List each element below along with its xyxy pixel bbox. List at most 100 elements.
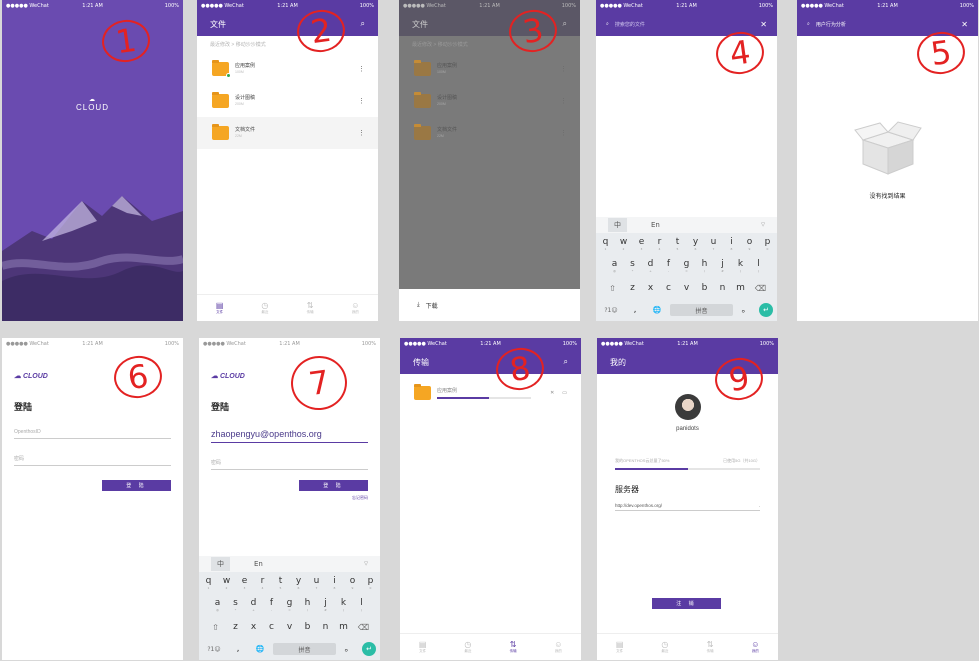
key[interactable]: u7	[308, 576, 326, 590]
backspace-key-icon[interactable]: ⌫	[353, 623, 375, 632]
tab-files[interactable]: ▤ 文件	[597, 634, 642, 660]
key[interactable]: v	[678, 283, 696, 293]
key[interactable]: t5	[272, 576, 290, 590]
dropdown-icon[interactable]: .	[759, 503, 760, 508]
more-vert-icon[interactable]: ⋮	[358, 65, 365, 73]
key[interactable]: g =	[678, 259, 696, 273]
key[interactable]: h /	[696, 259, 714, 273]
forgot-password-link[interactable]: 忘记密码	[211, 495, 368, 501]
list-item[interactable]: 文档文件 22M ⋮	[197, 117, 378, 149]
key[interactable]: w2	[218, 576, 236, 590]
key[interactable]: m	[335, 622, 353, 632]
backspace-key-icon[interactable]: ⌫	[750, 284, 772, 293]
key[interactable]: z	[624, 283, 642, 293]
key[interactable]: v	[281, 622, 299, 632]
key[interactable]: l)	[750, 259, 768, 273]
globe-key-icon[interactable]: 🌐	[251, 645, 269, 654]
search-input[interactable]: 搜索您的文件	[615, 21, 754, 28]
symbols-key[interactable]: ?1☺	[600, 306, 622, 315]
close-icon[interactable]: ✕	[961, 20, 968, 29]
list-item[interactable]: 设计图稿 200M ⋮	[197, 85, 378, 117]
enter-key-icon[interactable]: ↵	[362, 642, 376, 656]
key[interactable]: j #	[714, 259, 732, 273]
logout-button[interactable]: 注 销	[652, 598, 721, 609]
lang-cn-key[interactable]: 中	[211, 557, 230, 571]
key[interactable]: f-	[263, 598, 281, 612]
key[interactable]: e3	[236, 576, 254, 590]
key[interactable]: q1	[597, 237, 615, 251]
key[interactable]: f-	[660, 259, 678, 273]
more-vert-icon[interactable]: ⋮	[358, 97, 365, 105]
space-key[interactable]: 拼音	[273, 643, 336, 655]
key[interactable]: j #	[317, 598, 335, 612]
key[interactable]: e3	[633, 237, 651, 251]
enter-key-icon[interactable]: ↵	[759, 303, 773, 317]
tab-transfer[interactable]: ⇅ 传输	[491, 634, 536, 660]
period-key[interactable]: 。	[340, 644, 358, 654]
tab-recent[interactable]: ◷ 最近	[445, 634, 490, 660]
download-action-sheet[interactable]: ⤓ 下载	[399, 289, 580, 321]
tab-me[interactable]: ☺ 我的	[333, 295, 378, 321]
key[interactable]: y6	[290, 576, 308, 590]
lang-en-key[interactable]: En	[254, 560, 263, 568]
search-input[interactable]: 用户行为分析	[816, 21, 955, 28]
openthos-id-field[interactable]: zhaopengyu@openthos.org	[211, 425, 368, 443]
key[interactable]: c	[660, 283, 678, 293]
key[interactable]: r4	[254, 576, 272, 590]
key[interactable]: w2	[615, 237, 633, 251]
key[interactable]: u7	[705, 237, 723, 251]
comma-key[interactable]: ,	[626, 305, 644, 315]
login-button[interactable]: 登 陆	[102, 480, 171, 491]
symbols-key[interactable]: ?1☺	[203, 645, 225, 654]
key[interactable]: b	[299, 622, 317, 632]
key[interactable]: n	[317, 622, 335, 632]
key[interactable]: a @	[606, 259, 624, 273]
password-field[interactable]: 密码	[211, 455, 368, 470]
breadcrumb[interactable]: 最近修改 > 移动沙沙模式	[197, 36, 378, 53]
key[interactable]: k(	[335, 598, 353, 612]
tab-transfer[interactable]: ⇅ 传输	[688, 634, 733, 660]
openthos-id-field[interactable]: OpenthosID	[14, 425, 171, 439]
key[interactable]: k(	[732, 259, 750, 273]
search-icon[interactable]: ⌕	[564, 357, 568, 367]
key[interactable]: i8	[326, 576, 344, 590]
lang-cn-key[interactable]: 中	[608, 218, 627, 232]
list-item[interactable]: 应用案例 100M ⋮	[197, 53, 378, 85]
key[interactable]: x	[245, 622, 263, 632]
comma-key[interactable]: ,	[229, 644, 247, 654]
collapse-icon[interactable]: ▽	[364, 561, 368, 567]
key[interactable]: n	[714, 283, 732, 293]
tab-recent[interactable]: ◷ 最近	[242, 295, 287, 321]
key[interactable]: p0	[362, 576, 380, 590]
period-key[interactable]: 。	[737, 305, 755, 315]
key[interactable]: y6	[687, 237, 705, 251]
shift-key-icon[interactable]: ⇧	[602, 284, 624, 293]
key[interactable]: l)	[353, 598, 371, 612]
transfer-item[interactable]: 应用案例 ✕ ▭	[400, 374, 581, 412]
cancel-icon[interactable]: ✕	[550, 390, 554, 396]
tab-files[interactable]: ▤ 文件	[400, 634, 445, 660]
key[interactable]: m	[732, 283, 750, 293]
collapse-icon[interactable]: ▽	[761, 222, 765, 228]
close-icon[interactable]: ✕	[760, 20, 767, 29]
avatar[interactable]	[674, 394, 701, 420]
key[interactable]: a @	[209, 598, 227, 612]
key[interactable]: h /	[299, 598, 317, 612]
tab-me[interactable]: ☺ 我的	[536, 634, 581, 660]
open-folder-icon[interactable]: ▭	[562, 390, 567, 396]
tab-transfer[interactable]: ⇅ 传输	[288, 295, 333, 321]
key[interactable]: s *	[227, 598, 245, 612]
tab-files[interactable]: ▤ 文件	[197, 295, 242, 321]
key[interactable]: q1	[200, 576, 218, 590]
key[interactable]: c	[263, 622, 281, 632]
password-field[interactable]: 密码	[14, 451, 171, 466]
key[interactable]: r4	[651, 237, 669, 251]
key[interactable]: z	[227, 622, 245, 632]
login-button[interactable]: 登 陆	[299, 480, 368, 491]
server-url-field[interactable]: http://dev.openthos.org/ .	[615, 503, 760, 511]
globe-key-icon[interactable]: 🌐	[648, 306, 666, 315]
key[interactable]: o9	[344, 576, 362, 590]
key[interactable]: o9	[741, 237, 759, 251]
key[interactable]: d +	[245, 598, 263, 612]
key[interactable]: g =	[281, 598, 299, 612]
